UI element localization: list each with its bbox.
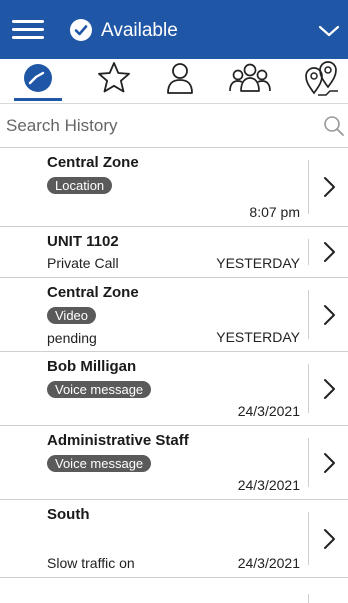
history-item[interactable]: Administrative Staff Voice message 24/3/20… — [0, 426, 348, 499]
history-item[interactable]: Bob Milligan Voice message 24/3/2021 — [0, 352, 348, 425]
search-input[interactable] — [6, 114, 306, 138]
history-item[interactable]: Central Zone Video pending YESTERDAY — [0, 278, 348, 351]
row-separator — [308, 290, 309, 339]
history-item-timestamp: YESTERDAY — [216, 255, 300, 271]
history-item[interactable]: South Slow traffic on 24/3/2021 — [0, 500, 348, 577]
history-item-timestamp: 24/3/2021 — [237, 477, 300, 493]
top-bar: Available — [0, 0, 348, 59]
chevron-right-icon[interactable] — [320, 452, 338, 474]
history-item-type-badge: Voice message — [47, 455, 152, 472]
history-item-timestamp: YESTERDAY — [216, 329, 300, 345]
active-tab-indicator — [14, 98, 62, 101]
history-item-timestamp: 24/3/2021 — [237, 555, 300, 571]
search-bar — [0, 106, 348, 146]
chevron-right-icon[interactable] — [320, 528, 338, 550]
chevron-right-icon[interactable] — [320, 304, 338, 326]
history-item-type-badge: Location — [47, 177, 113, 194]
hamburger-menu-icon[interactable] — [12, 20, 44, 40]
row-separator — [308, 364, 309, 413]
tab-locations[interactable] — [300, 59, 344, 103]
tabs-divider — [0, 103, 348, 104]
row-separator — [308, 160, 309, 214]
search-icon[interactable] — [323, 115, 345, 137]
history-item-title: Central Zone — [47, 154, 139, 171]
history-item-title: South — [47, 506, 90, 523]
history-item-type-badge: Voice message — [47, 381, 152, 398]
tab-bar — [0, 59, 348, 103]
history-item-type-badge: Video — [47, 307, 97, 324]
row-separator — [308, 512, 309, 565]
history-item-title: Central Zone — [47, 284, 139, 301]
person-icon — [167, 63, 193, 94]
row-separator — [308, 239, 309, 265]
star-icon — [98, 62, 130, 93]
chevron-right-icon[interactable] — [320, 241, 338, 263]
check-circle-icon — [70, 19, 92, 41]
history-item-subtitle: pending — [47, 330, 97, 346]
row-divider — [0, 577, 348, 578]
history-item[interactable]: Central Zone Location 8:07 pm — [0, 148, 348, 226]
row-separator — [308, 594, 309, 603]
history-item-subtitle: Private Call — [47, 255, 119, 271]
history-item-title: UNIT 1102 — [47, 233, 119, 250]
availability-status[interactable]: Available — [101, 20, 178, 42]
history-item-timestamp: 24/3/2021 — [237, 403, 300, 419]
chevron-down-icon[interactable] — [318, 24, 340, 38]
history-item-title: Administrative Staff — [47, 432, 189, 449]
history-item-title: Bob Milligan — [47, 358, 137, 375]
history-gauge-icon — [24, 64, 52, 92]
location-pins-icon — [305, 61, 338, 96]
tab-history[interactable] — [14, 59, 62, 103]
chevron-right-icon[interactable] — [320, 378, 338, 400]
group-icon — [229, 63, 271, 92]
chevron-right-icon[interactable] — [320, 176, 338, 198]
history-item[interactable]: UNIT 1102 Private Call YESTERDAY — [0, 227, 348, 277]
row-separator — [308, 438, 309, 487]
history-item-subtitle: Slow traffic on — [47, 555, 135, 571]
tab-favorites[interactable] — [94, 59, 134, 103]
history-item-timestamp: 8:07 pm — [249, 204, 300, 220]
tab-groups[interactable] — [226, 59, 274, 103]
tab-contacts[interactable] — [160, 59, 200, 103]
